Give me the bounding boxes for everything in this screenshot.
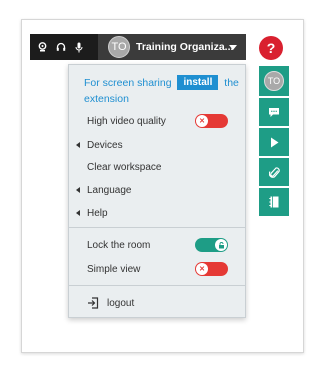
clear-workspace-label: Clear workspace <box>87 161 162 173</box>
help-label: Help <box>87 207 108 219</box>
menu-item-clear-workspace[interactable]: Clear workspace <box>69 157 245 177</box>
chevron-left-icon <box>76 142 80 148</box>
microphone-icon[interactable] <box>71 34 86 60</box>
notes-button[interactable] <box>259 188 289 216</box>
simple-view-row: Simple view ✕ <box>69 259 245 279</box>
high-video-quality-toggle[interactable]: ✕ <box>195 114 228 128</box>
participant-avatar-button[interactable]: TO <box>259 66 289 96</box>
headset-icon[interactable] <box>53 34 68 60</box>
avatar: TO <box>264 71 284 91</box>
logout-button[interactable]: logout <box>69 293 245 313</box>
chat-icon <box>269 107 279 117</box>
paperclip-icon <box>268 166 280 178</box>
high-video-quality-row: High video quality ✕ <box>69 111 245 131</box>
attach-button[interactable] <box>259 158 289 186</box>
side-toolbar: TO <box>259 66 289 216</box>
user-menu-toggle[interactable]: TO Training Organiza... <box>98 34 246 60</box>
lock-room-toggle[interactable] <box>195 238 228 252</box>
share-text: For screen sharing <box>84 77 172 89</box>
install-button[interactable]: install <box>177 75 219 90</box>
play-icon <box>270 137 278 147</box>
menu-item-language[interactable]: Language <box>69 180 245 200</box>
logout-label: logout <box>107 297 135 309</box>
chevron-left-icon <box>76 210 80 216</box>
user-name: Training Organiza... <box>136 41 234 53</box>
logout-icon <box>88 297 99 309</box>
chat-button[interactable] <box>259 98 289 126</box>
avatar: TO <box>108 36 130 58</box>
user-dropdown-menu: For screen sharing install the extension… <box>68 64 246 318</box>
webcam-icon[interactable] <box>35 34 50 60</box>
close-icon: ✕ <box>196 263 208 275</box>
screen-sharing-notice: For screen sharing install the extension <box>84 75 244 107</box>
divider <box>69 227 245 228</box>
simple-view-toggle[interactable]: ✕ <box>195 262 228 276</box>
language-label: Language <box>87 184 132 196</box>
lock-room-row: Lock the room <box>69 235 245 255</box>
top-toolbar: TO Training Organiza... <box>30 34 246 60</box>
menu-item-devices[interactable]: Devices <box>69 135 245 155</box>
play-button[interactable] <box>259 128 289 156</box>
high-video-quality-label: High video quality <box>87 115 166 127</box>
chevron-left-icon <box>76 187 80 193</box>
divider <box>69 285 245 286</box>
notebook-icon <box>269 196 279 208</box>
lock-room-label: Lock the room <box>87 239 151 251</box>
chevron-down-icon <box>229 45 237 50</box>
simple-view-label: Simple view <box>87 263 141 275</box>
help-button[interactable]: ? <box>259 36 283 60</box>
lock-icon <box>215 239 227 251</box>
devices-label: Devices <box>87 139 123 151</box>
close-icon: ✕ <box>196 115 208 127</box>
menu-item-help[interactable]: Help <box>69 203 245 223</box>
